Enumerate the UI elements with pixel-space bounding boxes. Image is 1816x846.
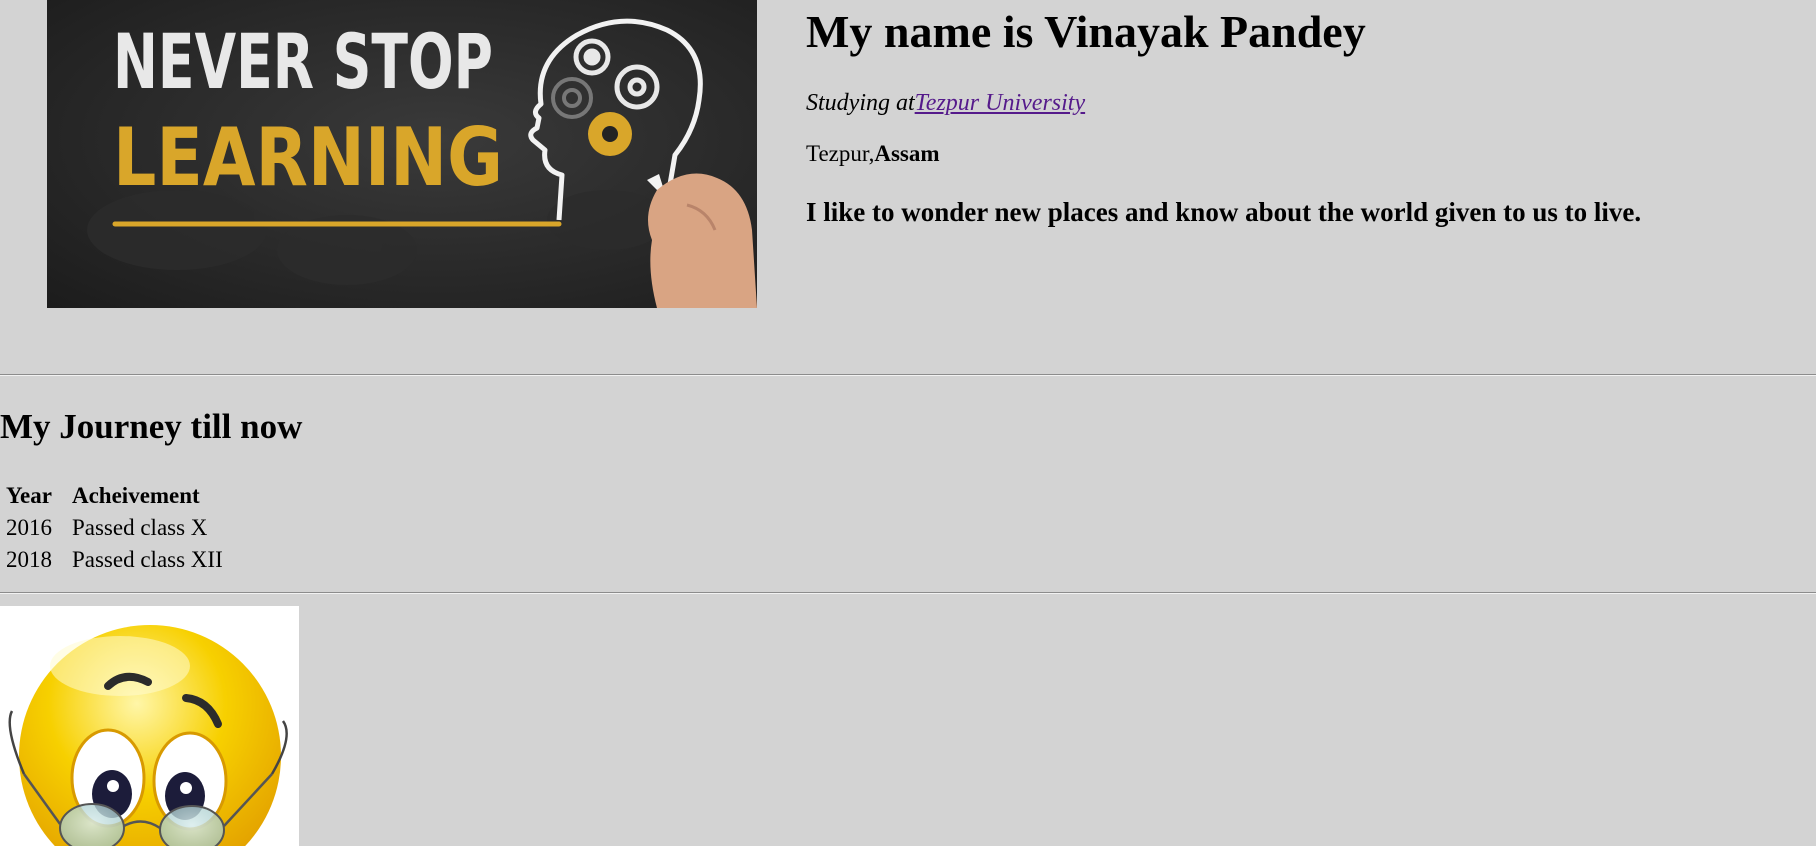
hero-text-line2: LEARNING <box>113 111 503 204</box>
journey-table: Year Acheivement 2016 Passed class X 201… <box>2 478 227 577</box>
hero-text-line1: NEVER STOP <box>113 17 493 106</box>
university-link[interactable]: Tezpur University <box>915 90 1085 116</box>
journey-table-header-row: Year Acheivement <box>5 481 224 510</box>
journey-section-title: My Journey till now <box>0 407 303 446</box>
never-stop-learning-image: NEVER STOP LEARNING <box>47 0 757 308</box>
year-cell: 2016 <box>6 515 52 540</box>
location-line: Tezpur,Assam <box>806 138 940 170</box>
profile-name-heading: My name is Vinayak Pandey <box>806 6 1366 57</box>
location-city: Tezpur, <box>806 141 875 166</box>
nerd-emoji-image <box>0 606 299 846</box>
study-prefix: Studying at <box>806 90 915 116</box>
study-line: Studying atTezpur University <box>806 86 1085 120</box>
year-cell: 2018 <box>6 547 52 572</box>
section-divider-bottom <box>0 592 1816 594</box>
section-divider-top <box>0 374 1816 376</box>
achievement-cell: Passed class X <box>71 515 208 540</box>
profile-page: NEVER STOP LEARNING My name is Vinayak P… <box>0 0 1816 846</box>
table-row: 2018 Passed class XII <box>5 545 224 574</box>
column-header-achievement: Acheivement <box>71 483 200 508</box>
location-state: Assam <box>874 141 940 166</box>
table-row: 2016 Passed class X <box>5 513 224 542</box>
column-header-year: Year <box>6 483 52 508</box>
achievement-cell: Passed class XII <box>71 547 223 572</box>
bio-text: I like to wonder new places and know abo… <box>806 197 1642 227</box>
